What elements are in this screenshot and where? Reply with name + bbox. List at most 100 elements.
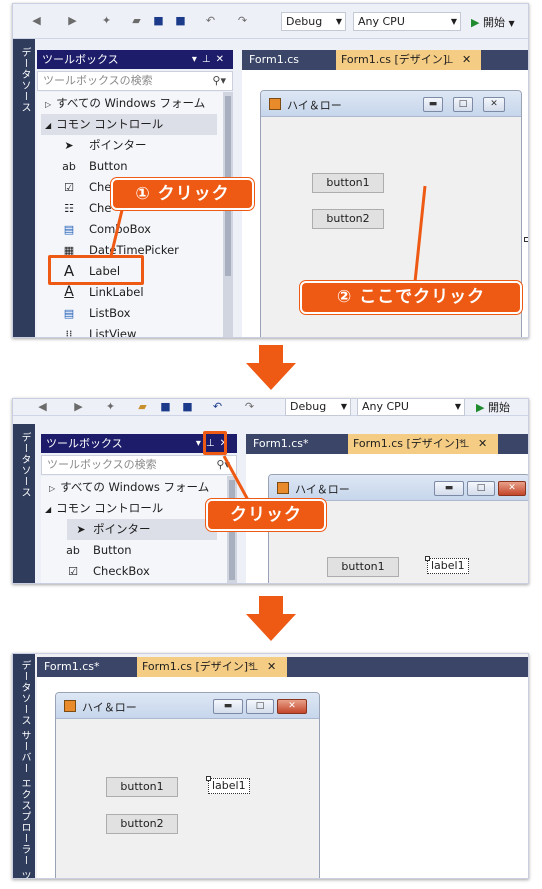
toolbox-item-button[interactable]: ab Button xyxy=(66,540,132,561)
close-icon[interactable]: ✕ xyxy=(216,54,229,65)
toolbox-scrollbar[interactable] xyxy=(223,92,233,337)
toolbox-item-pointer[interactable]: ➤ ポインター xyxy=(64,135,147,156)
save-all-icon[interactable]: ■ xyxy=(173,13,188,28)
close-icon[interactable]: ✕ xyxy=(498,481,526,496)
callout2-pointer xyxy=(413,185,427,283)
save-icon[interactable]: ■ xyxy=(151,13,166,28)
label1[interactable]: label1 xyxy=(206,776,250,794)
button1[interactable]: button1 xyxy=(327,557,399,577)
resize-handle[interactable] xyxy=(524,237,528,242)
new-project-icon[interactable]: ✦ xyxy=(103,399,118,414)
back-icon[interactable]: ◀ xyxy=(29,13,44,28)
forward-icon[interactable]: ▶ xyxy=(65,13,80,28)
undo-icon[interactable]: ↶ xyxy=(210,399,225,414)
side-tool-strip[interactable]: データソース サーバー エクスプローラー ツールボ xyxy=(13,654,35,878)
checked-list-icon: ☷ xyxy=(64,202,74,215)
forward-icon[interactable]: ▶ xyxy=(71,399,86,414)
group-common[interactable]: ◢ コモン コントロール xyxy=(45,498,163,519)
pin-icon[interactable]: ⊥ xyxy=(460,434,470,454)
new-project-icon[interactable]: ✦ xyxy=(99,13,114,28)
toolbox-item-linklabel[interactable]: A LinkLabel xyxy=(64,282,143,303)
selection-handle[interactable] xyxy=(425,556,430,561)
button2[interactable]: button2 xyxy=(106,814,178,834)
tab-form1-design[interactable]: Form1.cs [デザイン]* ⊥ ✕ xyxy=(348,434,498,454)
platform-select[interactable]: Any CPU ▼ xyxy=(357,399,465,416)
search-placeholder: ツールボックスの検索 xyxy=(47,458,157,471)
maximize-icon[interactable]: □ xyxy=(467,481,495,496)
callout1-pointer xyxy=(109,205,125,257)
minimize-icon[interactable]: ▬ xyxy=(434,481,464,496)
back-icon[interactable]: ◀ xyxy=(35,399,50,414)
toolbox-title: ツールボックス xyxy=(46,437,123,450)
combobox-icon: ▤ xyxy=(63,223,75,236)
save-all-icon[interactable]: ■ xyxy=(180,399,195,414)
tab-form1-code[interactable]: Form1.cs xyxy=(244,50,334,70)
open-icon[interactable]: ▰ xyxy=(129,13,144,28)
item-label: ポインター xyxy=(89,138,147,152)
toolbox-search-input[interactable]: ツールボックスの検索 ⚲▾ xyxy=(41,455,237,475)
maximize-icon[interactable]: □ xyxy=(453,97,473,112)
undo-icon[interactable]: ↶ xyxy=(203,13,218,28)
toolbox-item-button[interactable]: ab Button xyxy=(62,156,127,177)
group-common[interactable]: ◢ コモン コントロール xyxy=(41,114,217,135)
start-label: 開始 xyxy=(482,16,505,29)
maximize-icon[interactable]: □ xyxy=(246,699,274,714)
redo-icon[interactable]: ↷ xyxy=(242,399,257,414)
data-sources-strip[interactable]: データソース xyxy=(13,39,35,337)
callout-click-pin: クリック xyxy=(206,499,326,531)
selection-handle[interactable] xyxy=(206,776,211,781)
pin-icon[interactable]: ⊥ xyxy=(249,657,259,677)
listview-icon: ⁞⁞ xyxy=(65,328,73,338)
toolbar: ◀ ▶ ✦ ▰ ■ ■ ↶ ↷ Debug ▼ Any CPU ▼ ▶ 開始 xyxy=(13,399,528,416)
group-all-forms[interactable]: ▷ すべての Windows フォーム xyxy=(49,477,209,498)
toolbox-item-listbox[interactable]: ▤ ListBox xyxy=(64,303,131,324)
tab-form1-code[interactable]: Form1.cs* xyxy=(39,657,133,677)
label1[interactable]: label1 xyxy=(425,556,469,574)
document-tab-bar: Form1.cs Form1.cs [デザイン] ⊥ ✕ xyxy=(242,50,528,70)
open-icon[interactable]: ▰ xyxy=(135,399,150,414)
config-value: Debug xyxy=(286,15,323,28)
toolbox-item-checkbox[interactable]: ☑ CheckBox xyxy=(68,561,150,582)
close-icon[interactable]: ✕ xyxy=(483,97,505,112)
highlight-pin-button xyxy=(203,431,227,455)
button2[interactable]: button2 xyxy=(312,209,384,229)
document-tab-bar: Form1.cs* Form1.cs [デザイン]* ⊥ ✕ xyxy=(37,657,528,677)
item-label: Che xyxy=(89,180,112,194)
item-label: Button xyxy=(93,543,132,557)
tab-form1-code[interactable]: Form1.cs* xyxy=(248,434,346,454)
start-button[interactable]: ▶ 開始 ▼ xyxy=(471,14,515,30)
minimize-icon[interactable]: ▬ xyxy=(423,97,443,112)
pin-icon[interactable]: ⊥ xyxy=(202,54,216,65)
close-icon[interactable]: ✕ xyxy=(462,50,471,70)
toolbox-search-input[interactable]: ツールボックスの検索 ⚲▾ xyxy=(37,71,233,91)
dropdown-icon[interactable]: ▾ xyxy=(192,54,202,65)
label1-text: label1 xyxy=(212,779,246,792)
form-window[interactable]: ハイ＆ロー ▬ □ ✕ button1 button2 label1 xyxy=(55,692,320,878)
tab-form1-design[interactable]: Form1.cs [デザイン] ⊥ ✕ xyxy=(336,50,481,70)
toolbox-item-pointer[interactable]: ➤ ポインター xyxy=(67,519,217,540)
callout-click-1: ① クリック xyxy=(111,178,254,210)
play-icon: ▶ xyxy=(471,16,480,29)
platform-select[interactable]: Any CPU ▼ xyxy=(353,12,461,31)
config-select[interactable]: Debug ▼ xyxy=(285,399,351,416)
start-button[interactable]: ▶ 開始 xyxy=(476,399,510,415)
toolbox-item-listview[interactable]: ⁞⁞ ListView xyxy=(66,324,137,337)
button1[interactable]: button1 xyxy=(106,777,178,797)
data-sources-strip[interactable]: データソース xyxy=(13,424,35,583)
pin-icon[interactable]: ⊥ xyxy=(444,50,454,70)
close-icon[interactable]: ✕ xyxy=(267,657,276,677)
form-title: ハイ＆ロー xyxy=(82,701,137,714)
close-icon[interactable]: ✕ xyxy=(478,434,487,454)
config-select[interactable]: Debug ▼ xyxy=(281,12,346,31)
toolbox-item-checkbox[interactable]: ☑ Che xyxy=(64,177,112,198)
tab-form1-design[interactable]: Form1.cs [デザイン]* ⊥ ✕ xyxy=(137,657,287,677)
close-icon[interactable]: ✕ xyxy=(277,699,307,714)
minimize-icon[interactable]: ▬ xyxy=(213,699,243,714)
redo-icon[interactable]: ↷ xyxy=(235,13,250,28)
designer-surface[interactable]: ハイ＆ロー ▬ □ ✕ button1 button2 label1 xyxy=(37,677,528,878)
save-icon[interactable]: ■ xyxy=(158,399,173,414)
button1[interactable]: button1 xyxy=(312,173,384,193)
tab-label: Form1.cs xyxy=(249,53,299,66)
group-all-forms[interactable]: ▷ すべての Windows フォーム xyxy=(45,93,205,114)
toolbox-list: ▷ すべての Windows フォーム ◢ コモン コントロール ➤ ポインター ab… xyxy=(37,92,233,337)
